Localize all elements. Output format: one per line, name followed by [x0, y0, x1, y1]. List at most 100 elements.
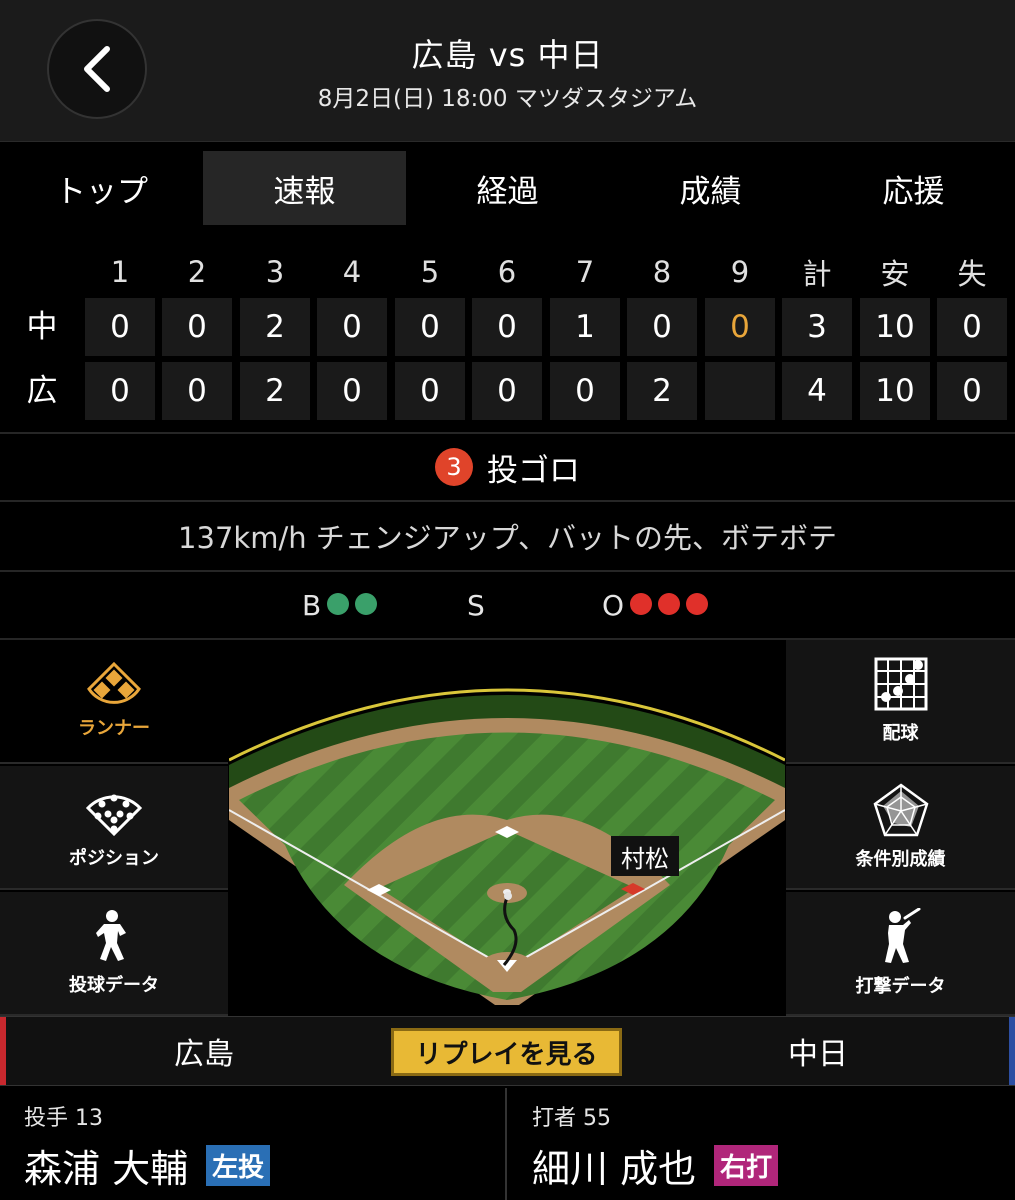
game-info: 8月2日(日) 18:00 マツダスタジアム [317, 86, 698, 112]
tab-progress[interactable]: 経過 [406, 151, 609, 225]
score-cell: 0 [85, 362, 155, 420]
batting-data-button[interactable]: 打撃データ [786, 892, 1015, 1016]
scoreboard-header: 1 2 3 4 5 6 7 8 9 計 安 失 [0, 250, 1015, 294]
inning-header: 4 [342, 255, 362, 289]
out-count-badge: 3 [435, 448, 473, 486]
strike-count: S [467, 572, 485, 638]
score-cell: 0 [627, 298, 697, 356]
field-graphic [229, 688, 785, 1005]
runner-label: 村松 [621, 844, 669, 873]
scoreboard-row-away: 中 0 0 2 0 0 0 1 0 0 3 10 0 [0, 298, 1015, 356]
side-label: ポジション [69, 848, 159, 869]
batting-hand-badge: 右打 [714, 1145, 779, 1186]
page-title: 広島 vs 中日 [411, 36, 604, 74]
home-team-label: 広島 [174, 1037, 234, 1072]
tab-live[interactable]: 速報 [203, 151, 406, 225]
inning-header: 1 [110, 255, 130, 289]
pitcher-icon [96, 910, 126, 961]
baseball-field: 村松 [229, 640, 785, 1015]
side-label: 配球 [882, 723, 919, 744]
scoreboard-row-home: 広 0 0 2 0 0 0 0 2 4 10 0 [0, 362, 1015, 420]
inning-header: 9 [730, 255, 750, 289]
team-bar: 広島 中日 リプレイを見る [0, 1016, 1015, 1086]
play-result-text: 投ゴロ [487, 452, 580, 489]
radar-chart-icon [873, 783, 928, 837]
score-cell: 3 [782, 298, 852, 356]
positions-icon [86, 794, 142, 836]
score-cell: 2 [240, 298, 310, 356]
tab-top[interactable]: トップ [0, 151, 203, 225]
tab-cheer[interactable]: 応援 [812, 151, 1015, 225]
divider [0, 432, 1015, 434]
pitch-detail: 137km/h チェンジアップ、バットの先、ボテボテ [178, 521, 837, 555]
out-dot [658, 592, 681, 615]
position-view-button[interactable]: ポジション [0, 766, 228, 890]
pitching-data-button[interactable]: 投球データ [0, 892, 228, 1016]
score-cell: 0 [162, 298, 232, 356]
ball-dot [327, 592, 350, 615]
score-cell: 0 [937, 362, 1007, 420]
ball-label: B [302, 588, 322, 622]
side-label: 条件別成績 [855, 849, 946, 870]
pitcher-panel[interactable]: 投手 13 森浦 大輔 左投 [0, 1088, 507, 1200]
score-cell: 0 [85, 298, 155, 356]
ball-count: B [302, 572, 378, 638]
batter-panel[interactable]: 打者 55 細川 成也 右打 [508, 1088, 1015, 1200]
out-dot [686, 592, 709, 615]
team-abbr: 中 [26, 309, 58, 345]
out-count: O [602, 572, 709, 638]
score-cell: 0 [162, 362, 232, 420]
score-cell: 0 [317, 362, 387, 420]
inning-header: 3 [265, 255, 285, 289]
diamond-bases-icon [87, 662, 141, 704]
score-cell: 0 [395, 362, 465, 420]
tab-stats[interactable]: 成績 [609, 151, 812, 225]
inning-header: 2 [187, 255, 207, 289]
pitch-location-button[interactable]: 配球 [786, 640, 1015, 764]
tab-bar: トップ 速報 経過 成績 応援 [0, 143, 1015, 235]
score-cell: 4 [782, 362, 852, 420]
score-cell: 10 [860, 362, 930, 420]
score-cell: 0 [472, 298, 542, 356]
score-cell: 0 [395, 298, 465, 356]
ball-dots [321, 589, 378, 622]
batter-name-row: 細川 成也 右打 [532, 1138, 779, 1193]
throwing-hand-badge: 左投 [206, 1145, 271, 1186]
header-bar: 広島 vs 中日 8月2日(日) 18:00 マツダスタジアム [0, 0, 1015, 142]
score-cell: 0 [472, 362, 542, 420]
inning-header: 8 [652, 255, 672, 289]
score-cell [705, 362, 775, 420]
batter-name: 細川 成也 [532, 1147, 697, 1191]
inning-header: 失 [957, 257, 987, 291]
runner-view-button[interactable]: ランナー [0, 640, 228, 764]
replay-button[interactable]: リプレイを見る [391, 1028, 622, 1076]
score-cell: 2 [627, 362, 697, 420]
batter-icon [884, 908, 920, 963]
pitcher-name-row: 森浦 大輔 左投 [24, 1138, 271, 1193]
side-label: 打撃データ [855, 976, 946, 997]
team-abbr: 広 [26, 373, 58, 409]
inning-header: 5 [420, 255, 440, 289]
score-cell: 0 [705, 298, 775, 356]
pitcher-role: 投手 13 [24, 1106, 103, 1131]
count-indicator: B S O [0, 572, 1015, 638]
batter-role: 打者 55 [532, 1106, 611, 1131]
split-stats-button[interactable]: 条件別成績 [786, 766, 1015, 890]
side-label: ランナー [78, 718, 150, 739]
score-cell: 2 [240, 362, 310, 420]
inning-header: 6 [497, 255, 517, 289]
strike-label: S [467, 588, 485, 622]
score-cell: 0 [317, 298, 387, 356]
play-result: 3 投ゴロ [0, 435, 1015, 499]
out-dot [630, 592, 653, 615]
score-cell: 0 [937, 298, 1007, 356]
pitch-grid-icon [874, 657, 927, 711]
away-team-label: 中日 [788, 1037, 848, 1072]
inning-header: 安 [880, 257, 910, 291]
ball-dot [355, 592, 378, 615]
score-cell: 10 [860, 298, 930, 356]
out-label: O [602, 588, 625, 622]
out-dots [624, 589, 709, 622]
inning-header: 計 [802, 257, 832, 291]
side-label: 投球データ [69, 975, 159, 996]
